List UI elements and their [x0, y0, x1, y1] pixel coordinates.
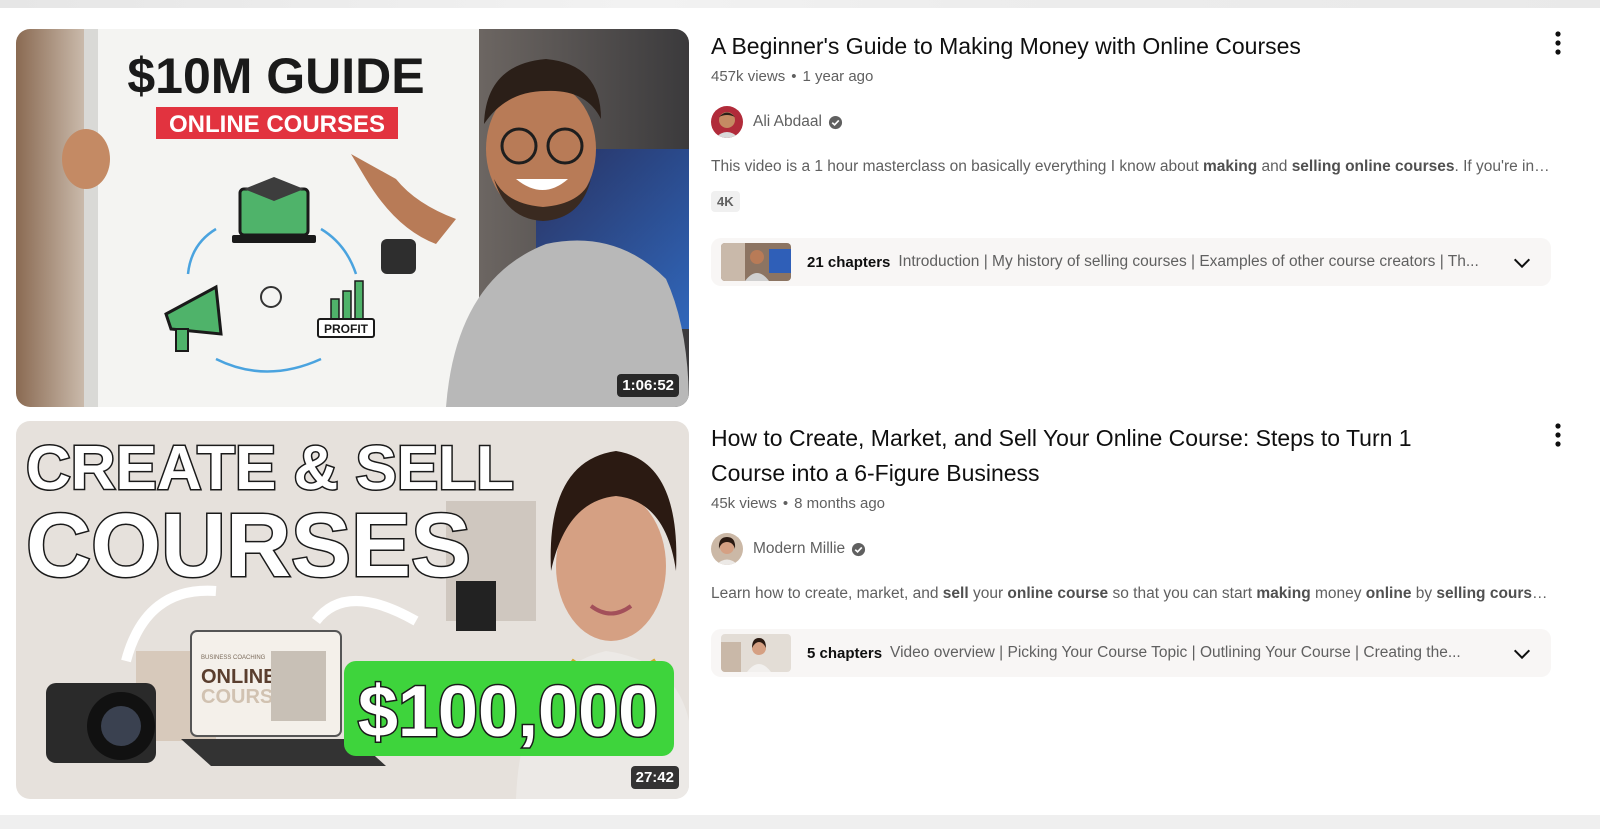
video-meta: A Beginner's Guide to Making Money with … [711, 29, 1571, 286]
more-options-button[interactable] [1546, 29, 1570, 57]
desc-text: . If you're int... [1454, 158, 1551, 175]
thumb-subheadline: ONLINE COURSES [169, 111, 385, 138]
view-count: 457k views [711, 68, 786, 85]
avatar[interactable] [711, 533, 743, 565]
chevron-down-icon[interactable] [1511, 643, 1533, 665]
desc-keyword: sell [942, 585, 969, 602]
thumb-screen-title: ONLINE [201, 666, 277, 688]
video-stats: 457k views • 1 year ago [711, 66, 1571, 88]
thumb-subheadline: COURSES [26, 496, 471, 596]
chapters-count: 21 chapters [807, 253, 891, 271]
more-options-button[interactable] [1546, 421, 1570, 449]
top-divider [0, 0, 1600, 8]
chapters-list: Introduction | My history of selling cou… [898, 253, 1479, 270]
desc-text: ... [1549, 585, 1551, 602]
channel-link[interactable]: Modern Millie [711, 533, 1571, 565]
thumb-profit-label: PROFIT [324, 322, 369, 336]
separator-dot: • [782, 495, 789, 512]
video-result[interactable]: CREATE & SELL COURSES BUSINESS COACHING … [16, 421, 1584, 799]
chapters-list: Video overview | Picking Your Course Top… [890, 644, 1461, 661]
avatar[interactable] [711, 106, 743, 138]
thumb-price: $100,000 [358, 672, 658, 752]
verified-check-icon [828, 115, 843, 129]
desc-text: and [1257, 158, 1292, 175]
more-vert-icon [1555, 31, 1561, 55]
video-stats: 45k views • 8 months ago [711, 493, 1571, 515]
video-title[interactable]: How to Create, Market, and Sell Your Onl… [711, 421, 1451, 491]
chapters-panel[interactable]: 5 chapters Video overview | Picking Your… [711, 629, 1551, 677]
desc-keyword: making [1202, 158, 1258, 175]
chevron-down-icon[interactable] [1511, 252, 1533, 274]
video-title[interactable]: A Beginner's Guide to Making Money with … [711, 29, 1451, 64]
channel-link[interactable]: Ali Abdaal [711, 106, 1571, 138]
separator-dot: • [791, 68, 797, 85]
channel-name[interactable]: Ali Abdaal [753, 113, 822, 131]
chapters-panel[interactable]: 21 chapters Introduction | My history of… [711, 238, 1551, 286]
desc-text: Learn how to create, market, and [711, 585, 943, 602]
video-thumbnail[interactable]: CREATE & SELL COURSES BUSINESS COACHING … [16, 421, 689, 799]
desc-text: by [1411, 585, 1437, 602]
desc-text: This video is a 1 hour masterclass on ba… [711, 158, 1203, 175]
video-meta: How to Create, Market, and Sell Your Onl… [711, 421, 1571, 677]
channel-name[interactable]: Modern Millie [753, 540, 845, 558]
desc-text: so that you can start [1108, 585, 1257, 602]
thumbnail-image: CREATE & SELL COURSES BUSINESS COACHING … [16, 421, 689, 799]
upload-age: 1 year ago [802, 68, 874, 85]
more-vert-icon [1555, 423, 1561, 447]
thumb-headline: $10M GUIDE [127, 48, 424, 104]
desc-keyword: online course [1007, 585, 1109, 602]
video-result[interactable]: $10M GUIDE ONLINE COURSES PROFIT 1:06:52… [16, 29, 1584, 407]
thumb-headline: CREATE & SELL [26, 434, 514, 503]
video-duration: 27:42 [630, 766, 679, 789]
desc-text: money [1310, 585, 1366, 602]
desc-text: your [968, 585, 1008, 602]
view-count: 45k views [711, 495, 777, 512]
chapters-count: 5 chapters [807, 644, 883, 662]
video-description: This video is a 1 hour masterclass on ba… [711, 157, 1551, 177]
quality-badge: 4K [711, 191, 740, 212]
desc-keyword: making [1256, 585, 1311, 602]
video-description: Learn how to create, market, and sell yo… [711, 584, 1551, 604]
video-thumbnail[interactable]: $10M GUIDE ONLINE COURSES PROFIT 1:06:52 [16, 29, 689, 407]
verified-check-icon [852, 542, 866, 556]
thumb-screen-small: BUSINESS COACHING [201, 655, 266, 661]
chapter-thumbnail [721, 243, 791, 281]
desc-keyword: online [1365, 585, 1412, 602]
upload-age: 8 months ago [794, 495, 886, 512]
video-duration: 1:06:52 [617, 374, 679, 397]
desc-keyword: selling courses [1436, 585, 1550, 602]
chapter-thumbnail [721, 634, 791, 672]
thumbnail-image: $10M GUIDE ONLINE COURSES PROFIT [16, 29, 689, 407]
desc-keyword: selling online courses [1291, 158, 1455, 175]
bottom-divider [0, 815, 1600, 829]
